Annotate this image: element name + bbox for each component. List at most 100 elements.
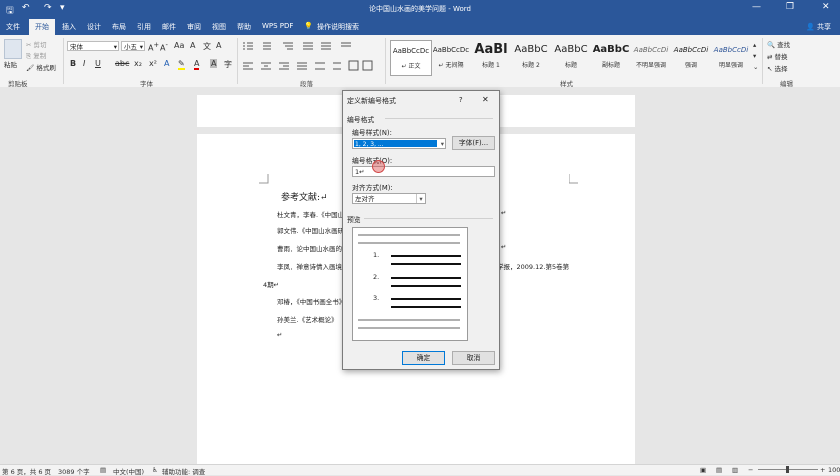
- styles-more-icon[interactable]: ⌄: [753, 63, 758, 71]
- ribbon: 粘贴 ✂ 剪切 ⎘ 复制 🖌 格式刷 剪贴板 宋体 ▾ 小五 ▾ A+ A- Aa …: [0, 35, 840, 88]
- style-normal[interactable]: AaBbCcDc ↵ 正文: [390, 40, 432, 76]
- close-button[interactable]: ✕: [822, 2, 830, 12]
- tab-home[interactable]: 开始: [29, 19, 55, 35]
- preview-line: [358, 319, 460, 321]
- define-number-format-dialog: 定义新编号格式 ? ✕ 编号格式 编号样式(N): 1, 2, 3, ... ▾…: [342, 90, 500, 370]
- chevron-down-icon: ▾: [416, 194, 425, 203]
- share-button[interactable]: 👤 共享: [806, 22, 831, 32]
- replace-button[interactable]: ⇄ 替换: [767, 51, 788, 61]
- strikethrough-icon[interactable]: abc: [115, 59, 129, 68]
- zoom-slider-thumb[interactable]: [786, 466, 789, 473]
- zoom-in-icon[interactable]: +: [820, 466, 825, 474]
- reference-line: 孙美兰.《艺术概论》: [277, 316, 338, 324]
- alignment-value: 左对齐: [355, 195, 375, 203]
- reference-line: 李凤．禅意诗情入画境: [277, 263, 342, 271]
- word-count[interactable]: 3089 个字: [58, 466, 90, 476]
- style-name: 明显强调: [718, 62, 743, 69]
- tab-insert[interactable]: 插入: [62, 22, 76, 32]
- copy-button[interactable]: ⎘ 复制: [26, 50, 46, 61]
- highlight-icon[interactable]: ✎: [178, 59, 185, 70]
- shrink-font-icon[interactable]: A-: [160, 41, 168, 53]
- status-bar: 第 6 页，共 6 页 3089 个字 ▤ 中文(中国) ♿ 辅助功能: 调查 …: [0, 464, 840, 476]
- style-no-spacing[interactable]: AaBbCcDc ↵ 无间隔: [431, 40, 471, 74]
- preview-line: [391, 255, 461, 257]
- change-case-icon[interactable]: Aa: [174, 41, 184, 50]
- preview-label: 预览: [347, 216, 361, 224]
- number-style-select[interactable]: 1, 2, 3, ... ▾: [352, 138, 446, 149]
- paste-button[interactable]: 粘贴: [4, 59, 17, 69]
- tab-layout[interactable]: 布局: [112, 22, 126, 32]
- char-border-icon[interactable]: A: [216, 41, 221, 50]
- select-label: 选择: [774, 65, 788, 73]
- cancel-button[interactable]: 取消: [452, 351, 495, 365]
- ok-button[interactable]: 确定: [402, 351, 445, 365]
- select-button[interactable]: ↖ 选择: [767, 63, 788, 73]
- italic-icon[interactable]: I: [83, 59, 85, 68]
- cut-button[interactable]: ✂ 剪切: [26, 39, 47, 49]
- minimize-button[interactable]: —: [752, 2, 761, 12]
- help-button[interactable]: ?: [459, 96, 463, 104]
- font-name-combo[interactable]: 宋体 ▾: [67, 41, 119, 51]
- font-size-combo[interactable]: 小五 ▾: [121, 41, 145, 51]
- style-subtitle[interactable]: AaBbC 副标题: [591, 40, 631, 74]
- superscript-icon[interactable]: x²: [149, 59, 157, 68]
- style-intense-emphasis[interactable]: AaBbCcDi 明显强调: [711, 40, 751, 74]
- styles-scroll-up-icon[interactable]: ▴: [753, 41, 756, 49]
- zoom-level[interactable]: 100%: [828, 466, 840, 474]
- maximize-button[interactable]: ❐: [786, 2, 794, 12]
- alignment-select[interactable]: 左对齐 ▾: [352, 193, 426, 204]
- tab-help[interactable]: 帮助: [237, 22, 251, 32]
- tab-mailings[interactable]: 邮件: [162, 22, 176, 32]
- char-shading-icon[interactable]: A: [210, 59, 218, 68]
- zoom-out-icon[interactable]: −: [748, 466, 753, 474]
- proofing-icon[interactable]: ▤: [100, 466, 106, 474]
- style-heading-1[interactable]: AaBl 标题 1: [471, 40, 511, 74]
- subscript-icon[interactable]: x₂: [134, 59, 142, 68]
- language[interactable]: 中文(中国): [113, 466, 144, 476]
- enclose-char-icon[interactable]: 字: [224, 59, 232, 70]
- page-count[interactable]: 第 6 页，共 6 页: [2, 466, 51, 476]
- tab-file[interactable]: 文件: [6, 22, 20, 32]
- accessibility-status[interactable]: 辅助功能: 调查: [162, 466, 205, 476]
- read-mode-icon[interactable]: ▣: [700, 466, 706, 474]
- style-title[interactable]: AaBbC 标题: [551, 40, 591, 74]
- style-heading-2[interactable]: AaBbC 标题 2: [511, 40, 551, 74]
- format-painter-label: 格式刷: [36, 64, 56, 72]
- clipboard-icon[interactable]: [4, 39, 22, 59]
- phonetic-icon[interactable]: 文: [203, 41, 211, 52]
- web-layout-icon[interactable]: ▥: [732, 466, 738, 474]
- style-emphasis[interactable]: AaBbCcDi 强调: [671, 40, 711, 74]
- share-label: 共享: [816, 23, 831, 31]
- tab-references[interactable]: 引用: [137, 22, 151, 32]
- tab-view[interactable]: 视图: [212, 22, 226, 32]
- print-layout-icon[interactable]: ▤: [716, 466, 722, 474]
- underline-icon[interactable]: U: [95, 59, 101, 68]
- style-name: 标题 1: [482, 62, 500, 69]
- tell-me-search[interactable]: 操作说明搜索: [317, 22, 359, 32]
- group-divider: [63, 38, 64, 84]
- tab-review[interactable]: 审阅: [187, 22, 201, 32]
- tab-design[interactable]: 设计: [87, 22, 101, 32]
- dialog-close-button[interactable]: ✕: [482, 95, 489, 104]
- text-effects-icon[interactable]: A: [164, 59, 169, 68]
- font-button[interactable]: 字体(F)...: [452, 136, 495, 150]
- clear-format-icon[interactable]: A: [190, 41, 195, 50]
- find-button[interactable]: 🔍 查找: [767, 39, 790, 49]
- tab-wps-pdf[interactable]: WPS PDF: [262, 22, 293, 30]
- font-color-icon[interactable]: A: [194, 59, 200, 70]
- style-preview: AaBbCcDi: [673, 46, 709, 54]
- format-painter-button[interactable]: 🖌 格式刷: [26, 62, 56, 72]
- style-preview: AaBbC: [592, 44, 630, 55]
- cursor-click-indicator: [372, 160, 385, 173]
- accessibility-icon: ♿: [152, 466, 158, 474]
- preview-line: [358, 327, 460, 329]
- chevron-down-icon: ▾: [113, 43, 117, 51]
- preview-number: 3.: [373, 294, 380, 302]
- preview-line: [391, 285, 461, 287]
- styles-scroll-down-icon[interactable]: ▾: [753, 52, 756, 60]
- style-name-text: 正文: [408, 63, 421, 70]
- preview-line: [391, 298, 461, 300]
- style-subtle-emphasis[interactable]: AaBbCcDi 不明显强调: [631, 40, 671, 74]
- bold-icon[interactable]: B: [70, 59, 76, 68]
- grow-font-icon[interactable]: A+: [148, 41, 159, 53]
